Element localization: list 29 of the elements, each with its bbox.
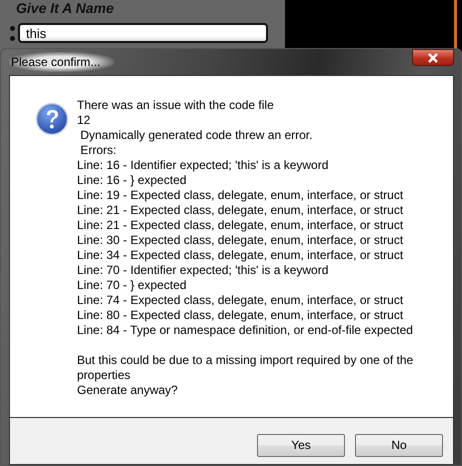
message-text: There was an issue with the code file bbox=[77, 98, 275, 113]
message-text: Line: 16 - Identifier expected; 'this' is a keyword bbox=[77, 158, 330, 173]
dialog-button[interactable]: No bbox=[355, 434, 443, 456]
message-text: Line: 19 - Expected class, delegate, enum, interface, or struct bbox=[77, 188, 404, 203]
message-text: Line: 70 - } expected bbox=[77, 278, 188, 293]
message-text: Line: 30 - Expected class, delegate, enum, interface, or struct bbox=[77, 233, 404, 248]
name-input-field[interactable]: this bbox=[18, 23, 268, 43]
question-icon bbox=[35, 102, 69, 136]
message-text: Line: 84 - Type or namespace definition, or end-of-file expected bbox=[77, 323, 414, 338]
bullet-icon bbox=[10, 36, 15, 40]
section-heading: Give It A Name bbox=[15, 0, 115, 16]
dialog-button[interactable]: Yes bbox=[257, 434, 345, 456]
message-text: 12 bbox=[77, 113, 92, 128]
message-text: Dynamically generated code threw an error. bbox=[79, 128, 314, 143]
message-text: Line: 21 - Expected class, delegate, enum, interface, or struct bbox=[77, 218, 404, 233]
message-text: Generate anyway? bbox=[77, 383, 179, 398]
message-text: Line: 16 - } expected bbox=[77, 173, 188, 188]
message-text: Errors: bbox=[79, 143, 118, 158]
message-text: Line: 34 - Expected class, delegate, enum, interface, or struct bbox=[77, 248, 404, 263]
close-icon bbox=[427, 52, 439, 62]
message-text: But this could be due to a missing import required by one of the properties bbox=[77, 353, 414, 383]
message-text: Line: 70 - Identifier expected; 'this' is a keyword bbox=[77, 263, 330, 278]
message-text: Line: 80 - Expected class, delegate, enum, interface, or struct bbox=[77, 308, 404, 323]
accent-strip bbox=[454, 0, 457, 48]
bullet-icon bbox=[10, 26, 15, 30]
close-button[interactable] bbox=[412, 49, 454, 66]
message-text: Line: 21 - Expected class, delegate, enum, interface, or struct bbox=[77, 203, 404, 218]
message-text: Line: 74 - Expected class, delegate, enum, interface, or struct bbox=[77, 293, 404, 308]
window-title: Please confirm... bbox=[9, 52, 114, 72]
